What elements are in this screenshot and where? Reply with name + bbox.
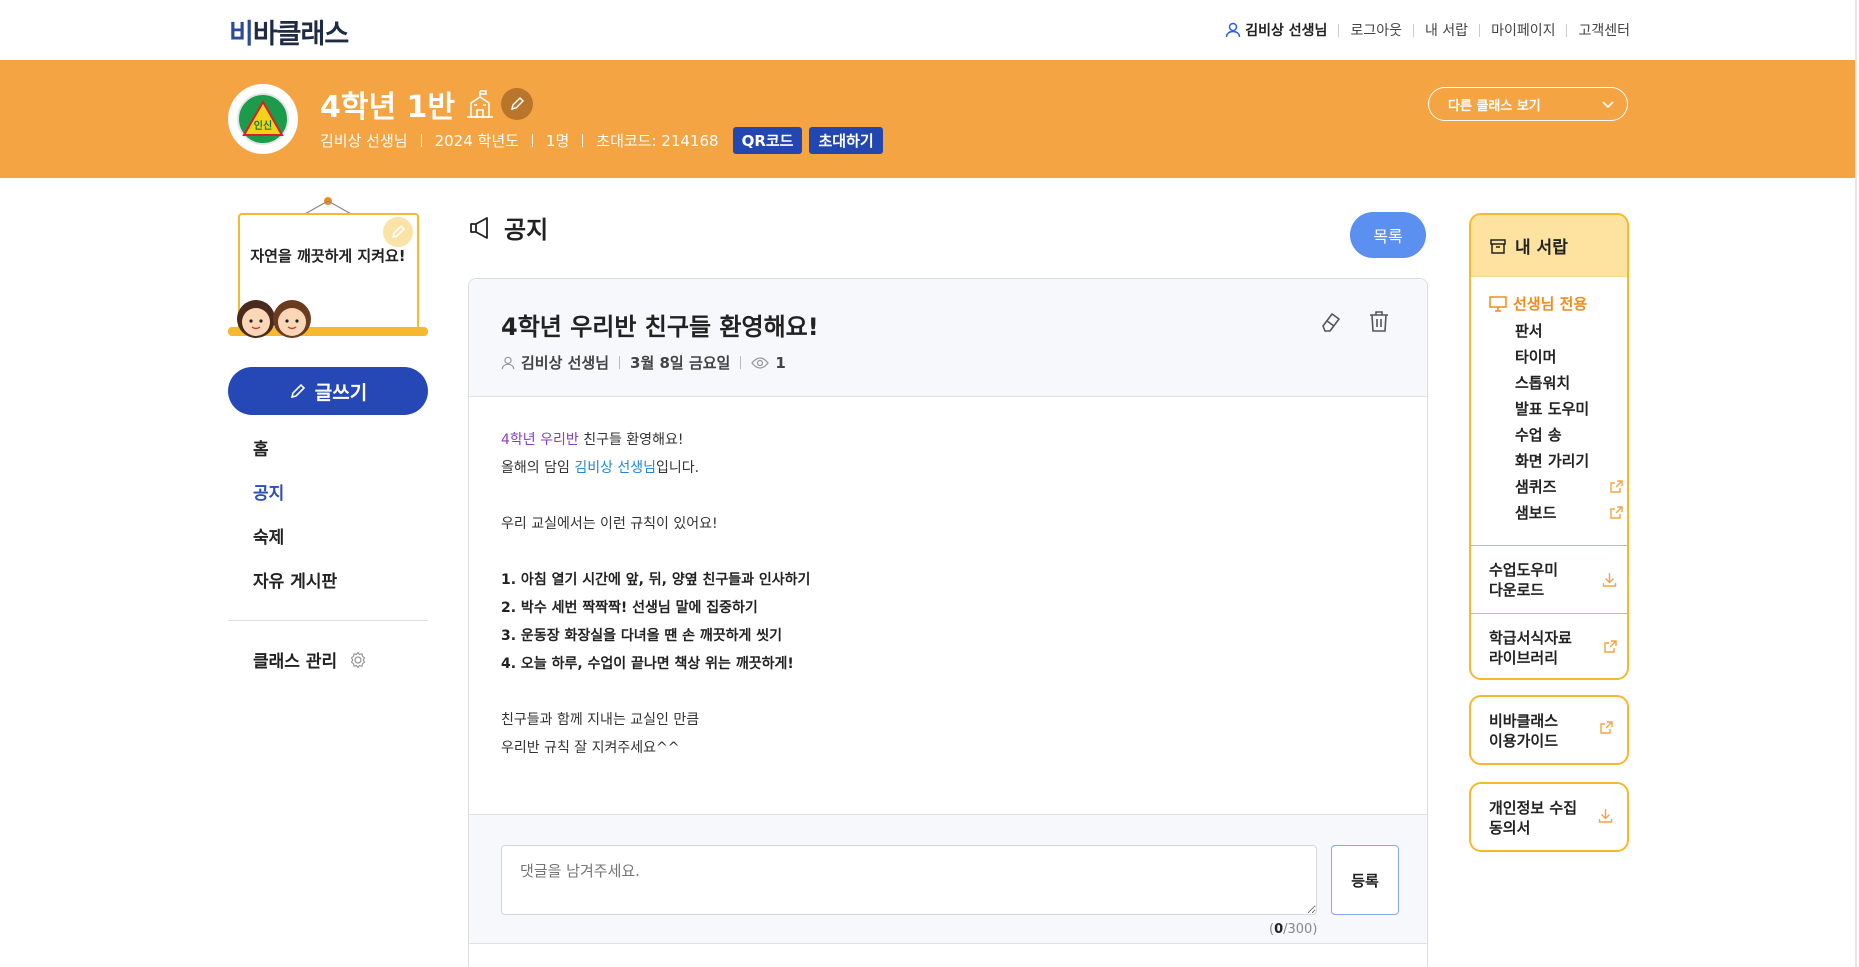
post-author: 김비상 선생님 (521, 354, 610, 372)
post-date: 3월 8일 금요일 (630, 354, 731, 372)
class-meta: 김비상 선생님 2024 학년도 1명 초대코드: 214168 QR코드 초대… (320, 127, 883, 154)
tool-board[interactable]: 판서 (1489, 318, 1623, 344)
tool-class-song[interactable]: 수업 송 (1489, 422, 1623, 448)
sidebar-item-homework[interactable]: 숙제 (253, 526, 337, 570)
emblem-triangle-icon: 인신 (242, 99, 284, 136)
sidebar-nav: 홈 공지 숙제 자유 게시판 (253, 438, 337, 614)
megaphone-icon (470, 216, 488, 239)
post-header: 4학년 우리반 친구들 환영해요! 김비상 선생님 3월 8일 금요일 1 (469, 279, 1427, 397)
pencil-icon (290, 383, 305, 399)
class-emblem: 인신 (228, 84, 298, 154)
top-bar: 비바클래스 김비상 선생님 로그아웃 내 서랍 마이페이지 고객센터 (0, 0, 1855, 60)
invite-button[interactable]: 초대하기 (809, 127, 883, 154)
chevron-down-icon (1602, 101, 1614, 109)
logo[interactable]: 비바클래스 (229, 12, 349, 51)
logout-link[interactable]: 로그아웃 (1350, 20, 1402, 40)
class-notice-board: 자연을 깨끗하게 지켜요! (228, 195, 428, 340)
page: 비바클래스 김비상 선생님 로그아웃 내 서랍 마이페이지 고객센터 인신 4학… (0, 0, 1857, 967)
comment-input[interactable] (501, 845, 1317, 915)
view-count: 1 (775, 353, 786, 372)
comment-submit-button[interactable]: 등록 (1331, 845, 1399, 915)
school-icon (465, 89, 495, 119)
external-link-icon (1604, 640, 1617, 653)
rule-item: 2. 박수 세번 짝짝짝! 선생님 말에 집중하기 (501, 600, 758, 616)
qr-code-button[interactable]: QR코드 (732, 127, 803, 154)
user-icon (1226, 22, 1241, 38)
tool-presenter[interactable]: 발표 도우미 (1489, 396, 1623, 422)
support-link[interactable]: 고객센터 (1578, 20, 1630, 40)
sidebar-item-free-board[interactable]: 자유 게시판 (253, 570, 337, 614)
mypage-link[interactable]: 마이페이지 (1491, 20, 1555, 40)
my-drawer-panel: 내 서랍 선생님 전용 판서 타이머 스톱워치 발표 도우미 수업 송 화면 가… (1469, 213, 1629, 680)
comment-area: (0/300) 등록 (469, 814, 1427, 944)
rule-item: 1. 아침 열기 시간에 앞, 뒤, 양옆 친구들과 인사하기 (501, 572, 811, 588)
page-title: 공지 (468, 210, 548, 245)
post-card: 4학년 우리반 친구들 환영해요! 김비상 선생님 3월 8일 금요일 1 4학… (468, 278, 1428, 967)
tool-timer[interactable]: 타이머 (1489, 344, 1623, 370)
class-management-link[interactable]: 클래스 관리 (253, 647, 367, 672)
user-icon (501, 356, 515, 369)
tool-samboard[interactable]: 샘보드 (1489, 500, 1623, 526)
eye-icon (751, 356, 770, 369)
external-link-icon (1600, 721, 1613, 734)
class-motto: 자연을 깨끗하게 지켜요! (250, 247, 406, 265)
external-link-icon (1610, 480, 1623, 493)
teacher-tools: 선생님 전용 판서 타이머 스톱워치 발표 도우미 수업 송 화면 가리기 샘퀴… (1471, 277, 1627, 526)
top-links: 김비상 선생님 로그아웃 내 서랍 마이페이지 고객센터 (1225, 20, 1630, 40)
trash-icon[interactable] (1367, 309, 1391, 333)
drawer-header: 내 서랍 (1471, 215, 1627, 277)
sidebar-item-notice[interactable]: 공지 (253, 482, 337, 526)
download-icon (1602, 573, 1617, 587)
user-guide-card[interactable]: 비바클래스 이용가이드 (1469, 695, 1629, 765)
class-helper-download[interactable]: 수업도우미 다운로드 (1471, 545, 1627, 613)
tool-screen-cover[interactable]: 화면 가리기 (1489, 448, 1623, 474)
tool-stopwatch[interactable]: 스톱워치 (1489, 370, 1623, 396)
divider (228, 620, 428, 621)
list-button[interactable]: 목록 (1350, 212, 1426, 258)
privacy-consent-card[interactable]: 개인정보 수집 동의서 (1469, 782, 1629, 852)
comment-char-count: (0/300) (1269, 922, 1318, 937)
post-meta: 김비상 선생님 3월 8일 금요일 1 (501, 352, 786, 373)
edit-class-button[interactable] (501, 88, 533, 120)
write-post-button[interactable]: 글쓰기 (228, 367, 428, 415)
post-body: 4학년 우리반 친구들 환영해요! 올해의 담임 김비상 선생님입니다. 우리 … (501, 432, 811, 756)
external-link-icon (1610, 506, 1623, 519)
class-title: 4학년 1반 (320, 82, 533, 126)
pencil-icon (391, 224, 406, 239)
class-forms-library[interactable]: 학급서식자료 라이브러리 (1471, 613, 1627, 678)
rule-item: 3. 운동장 화장실을 다녀올 땐 손 깨끗하게 씻기 (501, 628, 783, 644)
other-class-dropdown[interactable]: 다른 클래스 보기 (1428, 87, 1628, 121)
sidebar-item-home[interactable]: 홈 (253, 438, 337, 482)
gear-icon (350, 651, 366, 668)
eraser-edit-icon[interactable] (1319, 309, 1343, 333)
archive-icon (1490, 238, 1506, 254)
user-name[interactable]: 김비상 선생님 (1225, 20, 1327, 40)
kids-illustration-icon (237, 300, 311, 338)
tool-samquiz[interactable]: 샘퀴즈 (1489, 474, 1623, 500)
svg-text:인신: 인신 (254, 119, 272, 132)
download-icon (1598, 809, 1613, 823)
my-drawer-link[interactable]: 내 서랍 (1425, 20, 1468, 40)
pencil-icon (510, 96, 525, 111)
edit-notice-button[interactable] (383, 217, 413, 247)
rule-item: 4. 오늘 하루, 수업이 끝나면 책상 위는 깨끗하게! (501, 656, 794, 672)
monitor-icon (1489, 295, 1507, 312)
post-actions (1319, 309, 1391, 333)
post-title: 4학년 우리반 친구들 환영해요! (501, 313, 819, 341)
